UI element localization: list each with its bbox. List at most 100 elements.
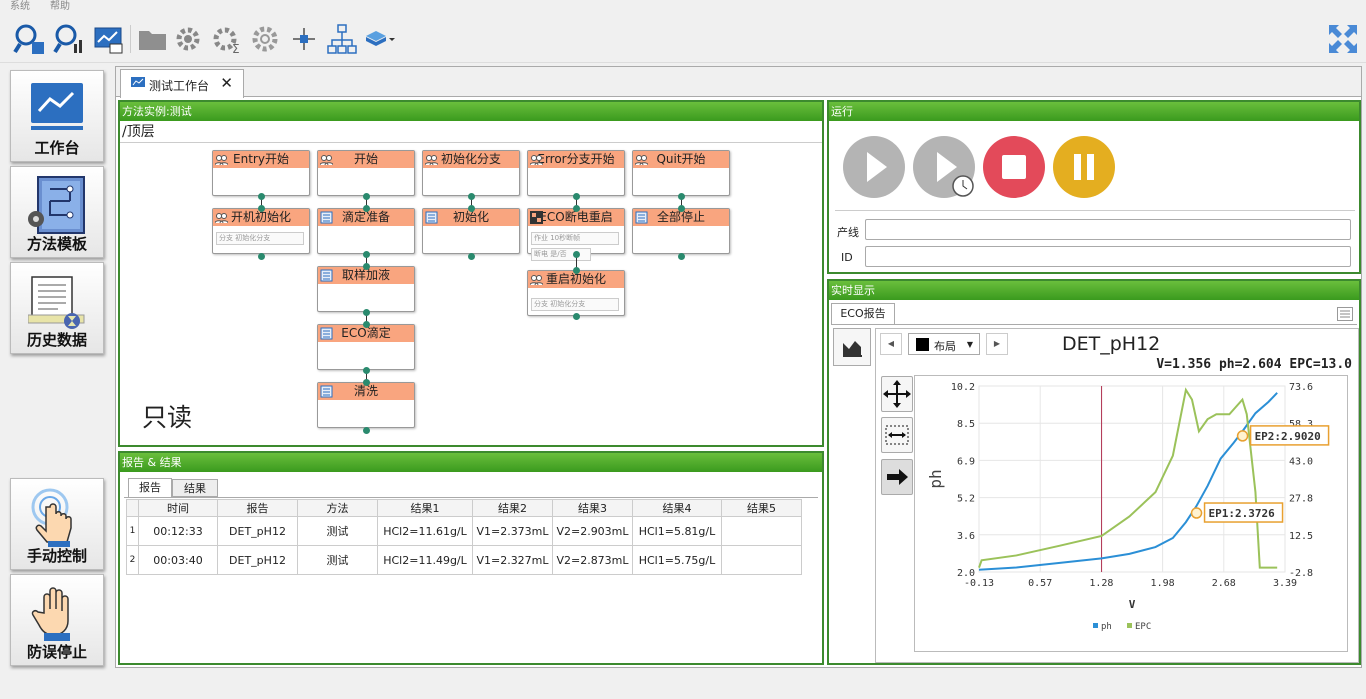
next-button[interactable]: ▶ (986, 333, 1008, 355)
search-chart-icon[interactable] (52, 22, 86, 56)
col-time[interactable]: 时间 (138, 499, 218, 517)
connector-port[interactable] (468, 205, 475, 212)
tab-result[interactable]: 结果 (172, 479, 218, 497)
flow-node-title: 初始化分支 (423, 151, 519, 168)
line-input[interactable] (865, 219, 1351, 240)
flow-node-label: 开始 (353, 152, 378, 166)
menu-system[interactable]: 系统 (10, 0, 30, 14)
flow-canvas[interactable]: Entry开始 开始 初始化分支 Error分支开始 Quit开始开机初始化 滴定准备 初始… (120, 102, 822, 445)
flow-node[interactable]: Entry开始 (212, 150, 310, 196)
flow-node[interactable]: 全部停止 (632, 208, 730, 254)
col-result1[interactable]: 结果1 (377, 499, 473, 517)
plot[interactable]: -0.13 0.57 1.28 1.98 2.68 3.39 2.0 3.6 5.2 6.9 8.5… (914, 375, 1348, 652)
node-sub-field[interactable]: 断电 是/否 (531, 248, 591, 261)
close-tab-icon[interactable]: ✕ (220, 74, 233, 92)
gear-icon[interactable] (248, 22, 282, 56)
flow-node[interactable]: ECO滴定 (317, 324, 415, 370)
nav-method-template[interactable]: 方法模板 (10, 166, 104, 258)
play-icon (867, 152, 887, 182)
connector-port[interactable] (363, 367, 370, 374)
flow-node[interactable]: 滴定准备 (317, 208, 415, 254)
layout-select[interactable]: 布局 ▼ (908, 333, 980, 355)
col-method[interactable]: 方法 (297, 499, 378, 517)
nav-manual-control[interactable]: 手动控制 (10, 478, 104, 570)
connector-port[interactable] (363, 193, 370, 200)
connector-port[interactable] (468, 193, 475, 200)
menu-bar: 系统 帮助 (0, 0, 1366, 14)
connector-port[interactable] (363, 379, 370, 386)
connector-port[interactable] (573, 267, 580, 274)
legend-label: EPC (1135, 622, 1151, 632)
pan-button[interactable] (881, 376, 913, 412)
flow-node[interactable]: 初始化分支 (422, 150, 520, 196)
svg-text:Σ: Σ (232, 42, 240, 56)
connector-port[interactable] (678, 193, 685, 200)
table-row[interactable]: 2 00:03:40 DET_pH12 测试 HCl2=11.49g/L V1=2.327… (126, 545, 802, 575)
table-row[interactable]: 1 00:12:33 DET_pH12 测试 HCl2=11.61g/L V1=2.373… (126, 516, 802, 546)
flow-node[interactable]: 取样加液 (317, 266, 415, 312)
fullscreen-icon[interactable] (1326, 22, 1360, 56)
flow-node[interactable]: Quit开始 (632, 150, 730, 196)
layers-dropdown-icon[interactable] (362, 22, 396, 56)
nav-method-template-label: 方法模板 (26, 235, 87, 253)
connector-port[interactable] (363, 309, 370, 316)
gear-search-icon[interactable] (173, 22, 207, 56)
cell-report: DET_pH12 (217, 516, 298, 546)
cursor-button[interactable] (881, 459, 913, 495)
tab-eco-report[interactable]: ECO报告 (831, 303, 895, 324)
tab-test-workbench[interactable]: 测试工作台 ✕ (120, 69, 244, 98)
connector-port[interactable] (363, 321, 370, 328)
gear-sum-icon[interactable]: Σ (210, 22, 244, 56)
col-result4[interactable]: 结果4 (632, 499, 722, 517)
menu-help[interactable]: 帮助 (50, 0, 70, 14)
flow-node[interactable]: Error分支开始 (527, 150, 625, 196)
scheduled-play-button[interactable] (913, 136, 975, 198)
search-device-icon[interactable] (12, 22, 46, 56)
connector-port[interactable] (363, 427, 370, 434)
connector-port[interactable] (573, 251, 580, 258)
flow-node[interactable]: 清洗 (317, 382, 415, 428)
node-sub-field[interactable]: 分支 初始化分支 (531, 298, 619, 311)
tree-icon[interactable] (325, 22, 359, 56)
node-sub-field[interactable]: 作业 10秒断帧 (531, 232, 619, 245)
connector-port[interactable] (258, 193, 265, 200)
node-sub-field[interactable]: 分支 初始化分支 (216, 232, 304, 245)
chart-title: DET_pH12 (1062, 333, 1161, 355)
fit-width-button[interactable] (881, 417, 913, 453)
col-report[interactable]: 报告 (217, 499, 298, 517)
flow-node[interactable]: 开机初始化 (212, 208, 310, 254)
connector-port[interactable] (468, 253, 475, 260)
monitor-chart-icon[interactable] (92, 22, 126, 56)
nav-misstop[interactable]: 防误停止 (10, 574, 104, 666)
connector-port[interactable] (258, 205, 265, 212)
pause-button[interactable] (1053, 136, 1115, 198)
connector-port[interactable] (258, 253, 265, 260)
connector-port[interactable] (363, 263, 370, 270)
connector-port[interactable] (363, 251, 370, 258)
run-panel: 运行 产线 ID (827, 100, 1361, 274)
connector-port[interactable] (573, 313, 580, 320)
tab-report[interactable]: 报告 (128, 478, 172, 497)
connector-port[interactable] (573, 205, 580, 212)
connector-port[interactable] (573, 193, 580, 200)
col-result3[interactable]: 结果3 (552, 499, 633, 517)
chart-type-button[interactable] (833, 328, 871, 366)
flow-node-label: 初始化 (452, 210, 489, 224)
nav-workbench[interactable]: 工作台 (10, 70, 104, 162)
col-result5[interactable]: 结果5 (721, 499, 802, 517)
list-menu-icon[interactable] (1337, 307, 1353, 321)
connector-port[interactable] (678, 253, 685, 260)
stop-button[interactable] (983, 136, 1045, 198)
id-input[interactable] (865, 246, 1351, 267)
nav-history[interactable]: 历史数据 (10, 262, 104, 354)
flow-node[interactable]: 初始化 (422, 208, 520, 254)
node-icon[interactable] (287, 22, 321, 56)
connector-port[interactable] (678, 205, 685, 212)
col-result2[interactable]: 结果2 (472, 499, 553, 517)
folder-icon[interactable] (136, 22, 170, 56)
connector-port[interactable] (363, 205, 370, 212)
play-button[interactable] (843, 136, 905, 198)
flow-node-title: 开始 (318, 151, 414, 168)
flow-node[interactable]: 开始 (317, 150, 415, 196)
prev-button[interactable]: ◀ (880, 333, 902, 355)
